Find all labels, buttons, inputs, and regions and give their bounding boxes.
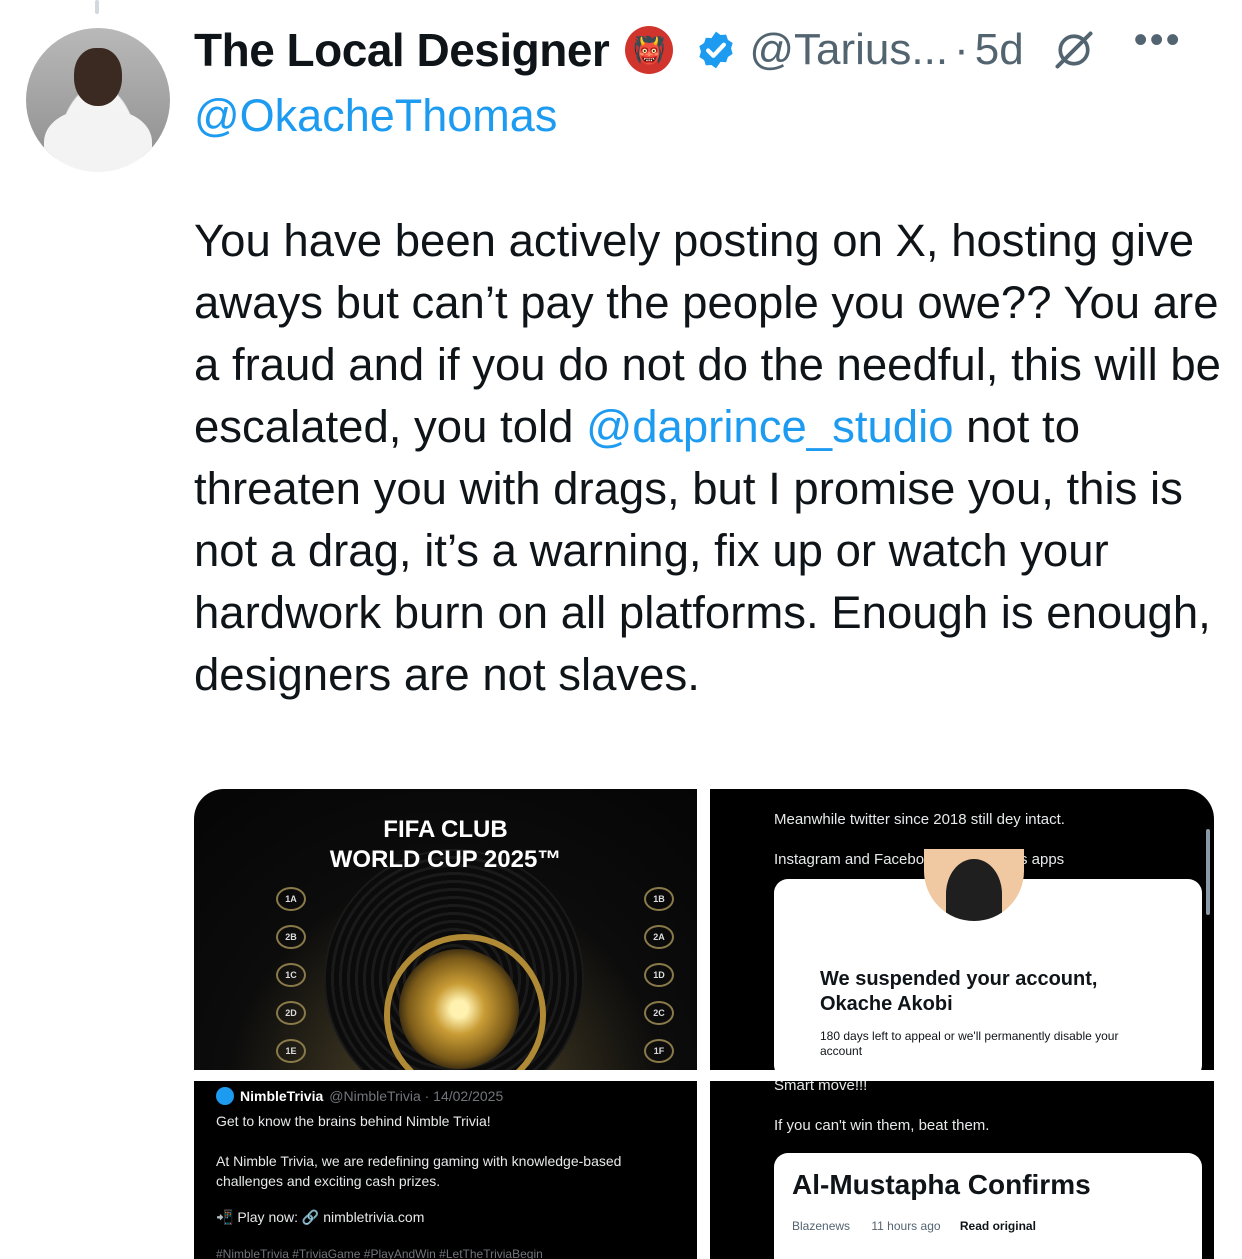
nimbletrivia-text: At Nimble Trivia, we are redefining gami… [216,1153,622,1189]
news-meta: Blazenews 11 hours ago Read original [792,1219,1036,1233]
bracket-slot: 1C [276,963,306,987]
nimbletrivia-hashtags: #NimbleTrivia #TriviaGame #PlayAndWin #L… [216,1247,543,1259]
fifa-title: FIFA CLUB WORLD CUP 2025™ [194,815,697,875]
thread-connector-line [95,0,99,14]
suspension-subtext: 180 days left to appeal or we'll permane… [820,1029,1119,1058]
scrollbar [1206,829,1210,915]
nimbletrivia-meta: @NimbleTrivia · 14/02/2025 [329,1088,504,1104]
media-image-suspended[interactable]: Meanwhile twitter since 2018 still dey i… [710,789,1214,1070]
mention-link[interactable]: @daprince_studio [586,401,953,452]
bracket-slot: 1B [644,887,674,911]
bracket-slot: 2D [276,1001,306,1025]
post-text: You have been actively posting on X, hos… [194,210,1224,706]
news-source: Blazenews [792,1219,851,1233]
separator-dot: · [954,25,969,74]
reply-to-handle[interactable]: @OkacheThomas [194,90,557,142]
verified-badge-icon[interactable] [695,29,737,71]
bracket-slot: 1D [644,963,674,987]
fifa-title-line1: FIFA CLUB [383,816,508,843]
avatar-shirt [44,110,152,172]
avatar-face [74,48,122,106]
media-image-nimbletrivia[interactable]: NimbleTrivia @NimbleTrivia · 14/02/2025 … [194,1081,697,1259]
grok-icon[interactable] [1052,28,1096,72]
suspension-title: We suspended your account, Okache Akobi [820,967,1097,1017]
bracket-slot: 2B [276,925,306,949]
screenshot-text-line: If you can't win them, beat them. [774,1117,990,1134]
display-name[interactable]: The Local Designer [194,23,610,77]
bracket-slot: 1E [276,1039,306,1063]
profile-photo [924,849,1024,921]
media-image-fifa[interactable]: FIFA CLUB WORLD CUP 2025™ 1A 2B 1C 2D 1E… [194,789,697,1070]
bracket-slot: 1F [644,1039,674,1063]
suspension-title-line2: Okache Akobi [820,993,953,1015]
bracket-slot: 2A [644,925,674,949]
nimbletrivia-name: NimbleTrivia [240,1088,324,1104]
nimbletrivia-link: 📲 Play now: 🔗 nimbletrivia.com [216,1209,425,1225]
trophy-icon [399,949,519,1069]
suspension-title-line1: We suspended your account, [820,968,1098,990]
post-time[interactable]: 5d [975,25,1024,75]
more-options-icon[interactable]: ••• [1134,18,1182,63]
nimbletrivia-text: Get to know the brains behind Nimble Tri… [216,1113,491,1129]
bracket-slot: 1A [276,887,306,911]
post-header: The Local Designer 👹 @Tarius... · 5d ••• [194,18,1182,78]
media-image-news[interactable]: Smart move!!! If you can't win them, bea… [710,1081,1214,1259]
suspension-card: We suspended your account, Okache Akobi … [774,849,1202,1070]
read-original-link: Read original [959,1219,1036,1233]
news-title: Al-Mustapha Confirms [792,1169,1091,1200]
nimbletrivia-header: NimbleTrivia @NimbleTrivia · 14/02/2025 [216,1087,503,1105]
author-handle[interactable]: @Tarius... [749,25,948,75]
ogre-emoji-icon: 👹 [625,26,674,74]
fifa-title-line2: WORLD CUP 2025™ [329,846,562,873]
screenshot-text-line: Meanwhile twitter since 2018 still dey i… [774,811,1065,828]
nimbletrivia-logo-icon [216,1087,234,1105]
news-time: 11 hours ago [871,1219,941,1233]
news-card: Al-Mustapha Confirms Blazenews 11 hours … [774,1153,1202,1259]
screenshot-text-line: Smart move!!! [774,1081,868,1094]
media-grid: FIFA CLUB WORLD CUP 2025™ 1A 2B 1C 2D 1E… [194,789,1214,1259]
bracket-slot: 2C [644,1001,674,1025]
avatar[interactable] [26,28,170,172]
